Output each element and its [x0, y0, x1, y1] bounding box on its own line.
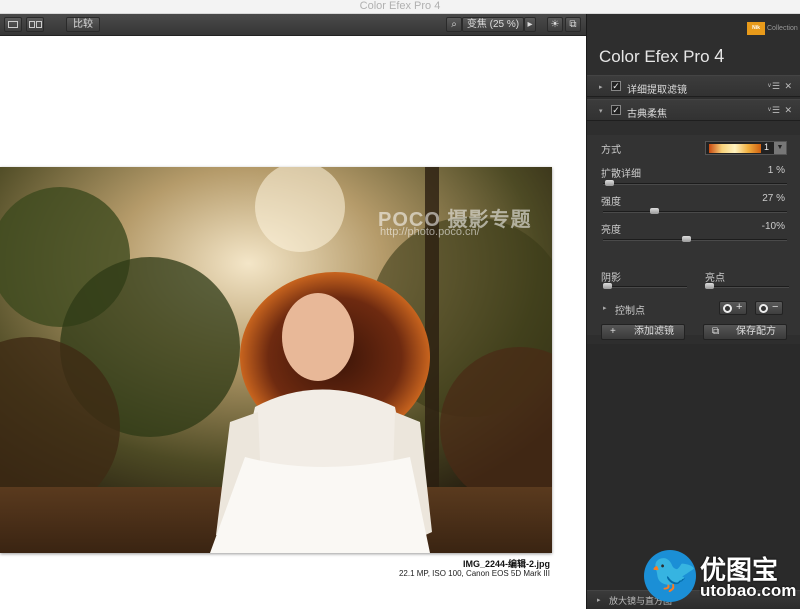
method-preview [709, 144, 761, 153]
image-info: 22.1 MP, ISO 100, Canon EOS 5D Mark III [398, 569, 550, 578]
compare-button[interactable]: 比较 [66, 17, 100, 32]
filter-row-detail-extractor[interactable]: ▸ ✓ 详细提取滤镜 ᵛ☰ ✕ [587, 75, 800, 97]
panel-title-text: Color Efex Pro [599, 47, 710, 66]
control-points-row: ▸ 控制点 + − [587, 299, 800, 319]
preview-canvas: POCO 摄影专题 http://photo.poco.cn/ IMG_2244… [0, 37, 586, 609]
zoom-arrow-icon[interactable]: ▸ [524, 17, 536, 32]
control-points-label: 控制点 [615, 306, 645, 317]
bird-icon: 🐦 [650, 553, 698, 595]
site-watermark-en: utobao.com [700, 581, 797, 600]
preview-photo: POCO 摄影专题 http://photo.poco.cn/ [0, 167, 552, 553]
filter-controls-icon[interactable]: ᵛ☰ ✕ [768, 81, 793, 92]
fullscreen-icon[interactable]: ⧉ [565, 17, 581, 32]
brightness-slider-thumb[interactable] [682, 236, 691, 242]
add-control-point-button[interactable]: + [719, 301, 747, 315]
strength-slider-thumb[interactable] [650, 208, 659, 214]
method-select[interactable]: 1 ▼ [705, 141, 787, 155]
filter-label: 详细提取滤镜 [627, 85, 687, 96]
zoom-button[interactable]: 变焦 (25 %) [462, 17, 524, 32]
filter-controls-icon[interactable]: ᵛ☰ ✕ [768, 105, 793, 116]
control-point-icon [759, 304, 768, 313]
highlights-slider-thumb[interactable] [705, 283, 714, 289]
save-recipe-label: 保存配方 [736, 326, 776, 337]
filter-row-classic-soft-focus[interactable]: ▾ ✓ 古典柔焦 ᵛ☰ ✕ [587, 99, 800, 121]
strength-value: 27 % [762, 193, 785, 204]
strength-slider[interactable] [603, 208, 787, 214]
filter-panel: Nik Collection Color Efex Pro 4 ▸ ✓ 详细提取… [586, 14, 800, 609]
remove-control-point-button[interactable]: − [755, 301, 783, 315]
plus-icon: + [610, 326, 616, 337]
split-view-icon[interactable] [26, 17, 44, 32]
brightness-value: -10% [761, 221, 785, 232]
shadows-slider-thumb[interactable] [603, 283, 612, 289]
filter-label: 古典柔焦 [627, 109, 667, 120]
plus-icon: + [736, 301, 743, 313]
panel-title: Color Efex Pro 4 [599, 46, 724, 67]
diffuse-slider-thumb[interactable] [605, 180, 614, 186]
strength-label: 强度 [601, 197, 621, 208]
chevron-down-icon[interactable]: ▼ [774, 142, 786, 154]
expand-arrow-icon[interactable]: ▸ [599, 83, 603, 91]
expand-arrow-icon[interactable]: ▸ [597, 596, 601, 604]
panel-title-version: 4 [714, 46, 725, 66]
image-watermark-url: http://photo.poco.cn/ [380, 226, 480, 238]
minus-icon: − [772, 301, 779, 313]
diffuse-value: 1 % [767, 165, 785, 176]
zoom-search-icon[interactable]: ⌕ [446, 17, 462, 32]
brightness-label: 亮度 [601, 225, 621, 236]
brand-text: Collection [767, 25, 798, 32]
highlights-slider[interactable] [705, 283, 789, 289]
expand-arrow-icon[interactable]: ▸ [603, 304, 607, 312]
brightness-slider[interactable] [603, 236, 787, 242]
add-filter-label: 添加滤镜 [634, 326, 674, 337]
collapse-arrow-icon[interactable]: ▾ [599, 107, 603, 115]
method-label: 方式 [601, 145, 621, 156]
background-light-icon[interactable]: ☀ [547, 17, 563, 32]
main-toolbar: 比较 ⌕ 变焦 (25 %) ▸ ☀ ⧉ [0, 14, 586, 36]
nik-logo: Nik [747, 22, 765, 35]
filter-checkbox[interactable]: ✓ [611, 105, 621, 115]
save-icon: ⧉ [712, 326, 720, 337]
filter-checkbox[interactable]: ✓ [611, 81, 621, 91]
diffuse-label: 扩散详细 [601, 169, 641, 180]
highlights-label: 亮点 [705, 273, 725, 284]
shadows-slider[interactable] [603, 283, 687, 289]
window-titlebar: Color Efex Pro 4 [0, 0, 800, 14]
diffuse-slider[interactable] [603, 180, 787, 186]
shadows-label: 阴影 [601, 273, 621, 284]
site-watermark-logo: 🐦 优图宝 utobao.com [644, 548, 800, 606]
add-filter-button[interactable]: + 添加滤镜 [601, 324, 685, 340]
method-value: 1 [764, 142, 770, 152]
window-title: Color Efex Pro 4 [359, 0, 441, 12]
control-point-icon [723, 304, 732, 313]
single-view-icon[interactable] [4, 17, 22, 32]
save-recipe-button[interactable]: ⧉ 保存配方 [703, 324, 787, 340]
